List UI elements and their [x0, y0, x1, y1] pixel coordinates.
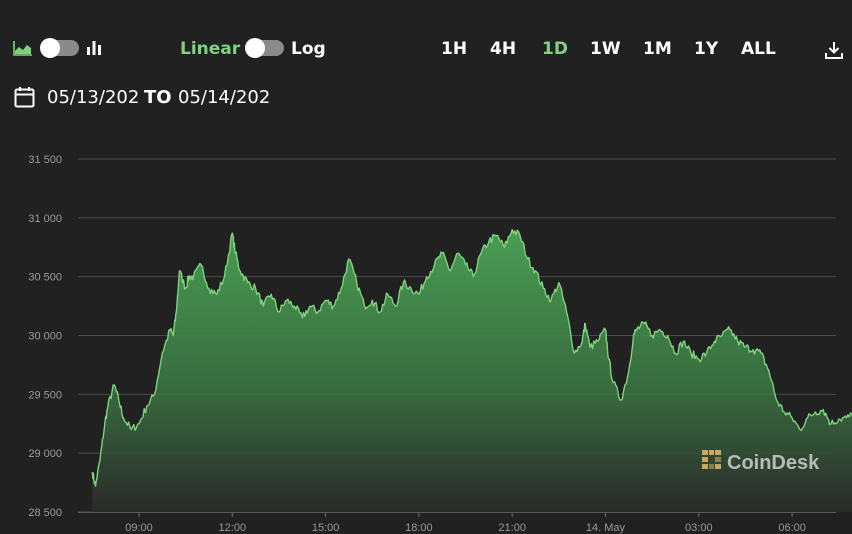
y-tick-label: 30 000: [28, 331, 62, 343]
x-tick-label: 12:00: [219, 522, 247, 534]
y-tick-label: 31 500: [28, 154, 62, 166]
x-tick-label: 15:00: [312, 522, 340, 534]
y-tick-label: 30 500: [28, 272, 62, 284]
x-tick-label: 18:00: [405, 522, 433, 534]
date-range-connector: TO: [144, 87, 172, 108]
scale-toggle-knob: [245, 38, 265, 58]
range-button-4h[interactable]: 4H: [490, 39, 516, 59]
x-tick-label: 21:00: [498, 522, 526, 534]
y-tick-label: 31 000: [28, 213, 62, 225]
scale-toggle[interactable]: [245, 38, 284, 58]
range-button-1m[interactable]: 1M: [643, 39, 672, 59]
x-tick-label: 14. May: [586, 522, 626, 534]
chart-type-toggle-knob: [40, 38, 60, 58]
calendar-icon[interactable]: [14, 86, 35, 108]
range-button-1y[interactable]: 1Y: [694, 39, 718, 59]
range-button-1h[interactable]: 1H: [441, 39, 467, 59]
y-tick-label: 29 000: [28, 448, 62, 460]
price-chart[interactable]: 28 500 29 000 29 500 30 000 30 500 31 000 31 5…: [0, 140, 852, 534]
chart-type-toggle[interactable]: [40, 38, 79, 58]
candlestick-chart-icon[interactable]: [86, 39, 102, 57]
date-from-input[interactable]: 05/13/202: [47, 87, 139, 108]
x-axis: 09:00 12:00 15:00 18:00 21:00 14. May 03:00 06:…: [78, 512, 836, 534]
date-to-input[interactable]: 05/14/202: [178, 87, 270, 108]
area-chart-icon[interactable]: [13, 40, 33, 56]
scale-linear-label[interactable]: Linear: [180, 39, 240, 59]
download-icon[interactable]: [824, 40, 844, 60]
x-tick-label: 09:00: [125, 522, 153, 534]
range-button-1d[interactable]: 1D: [542, 39, 568, 59]
y-axis: 28 500 29 000 29 500 30 000 30 500 31 000 31 5…: [28, 154, 62, 519]
range-button-1w[interactable]: 1W: [590, 39, 621, 59]
x-tick-label: 06:00: [778, 522, 806, 534]
range-button-all[interactable]: ALL: [741, 39, 776, 59]
scale-log-label[interactable]: Log: [291, 39, 326, 59]
y-tick-label: 28 500: [28, 507, 62, 519]
y-tick-label: 29 500: [28, 389, 62, 401]
watermark-text: CoinDesk: [727, 452, 820, 474]
x-tick-label: 03:00: [685, 522, 713, 534]
